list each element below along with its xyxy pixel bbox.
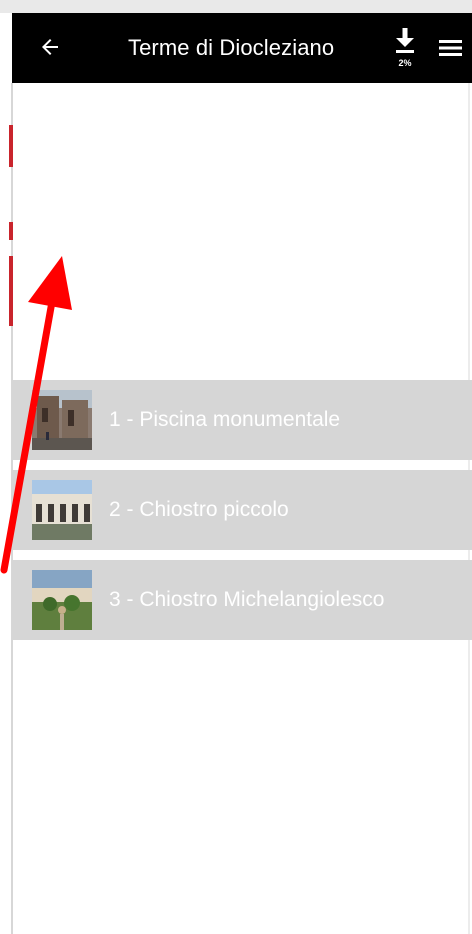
list-item-label: 1 - Piscina monumentale — [109, 408, 341, 431]
app-screen: Terme di Diocleziano 2% 1 - Piscina monu… — [0, 0, 472, 934]
hamburger-menu-icon — [439, 40, 462, 56]
list-item-label: 2 - Chiostro piccolo — [109, 498, 289, 521]
cloister-garden-thumbnail — [32, 570, 92, 630]
page-title: Terme di Diocleziano — [128, 35, 335, 60]
back-button[interactable] — [34, 31, 66, 63]
ancient-ruins-thumbnail — [32, 390, 92, 450]
arrow-left-icon — [42, 39, 58, 55]
panel-edge-marker — [9, 256, 13, 326]
list-item-label: 3 - Chiostro Michelangiolesco — [109, 588, 385, 611]
download-progress-label: 2% — [398, 58, 412, 68]
panel-edge-marker — [9, 125, 13, 167]
download-icon — [396, 28, 414, 53]
download-button[interactable]: 2% — [388, 25, 422, 71]
app-header: Terme di Diocleziano 2% — [12, 13, 472, 83]
list-item[interactable]: 3 - Chiostro Michelangiolesco — [12, 560, 472, 640]
list-item[interactable]: 2 - Chiostro piccolo — [12, 470, 472, 550]
list-item[interactable]: 1 - Piscina monumentale — [12, 380, 472, 460]
poi-list: 1 - Piscina monumentale 2 - Chiostro pic… — [12, 380, 472, 650]
menu-button[interactable] — [436, 33, 466, 63]
panel-edge-marker — [9, 222, 13, 240]
cloister-arcade-thumbnail — [32, 480, 92, 540]
status-strip — [0, 0, 472, 13]
